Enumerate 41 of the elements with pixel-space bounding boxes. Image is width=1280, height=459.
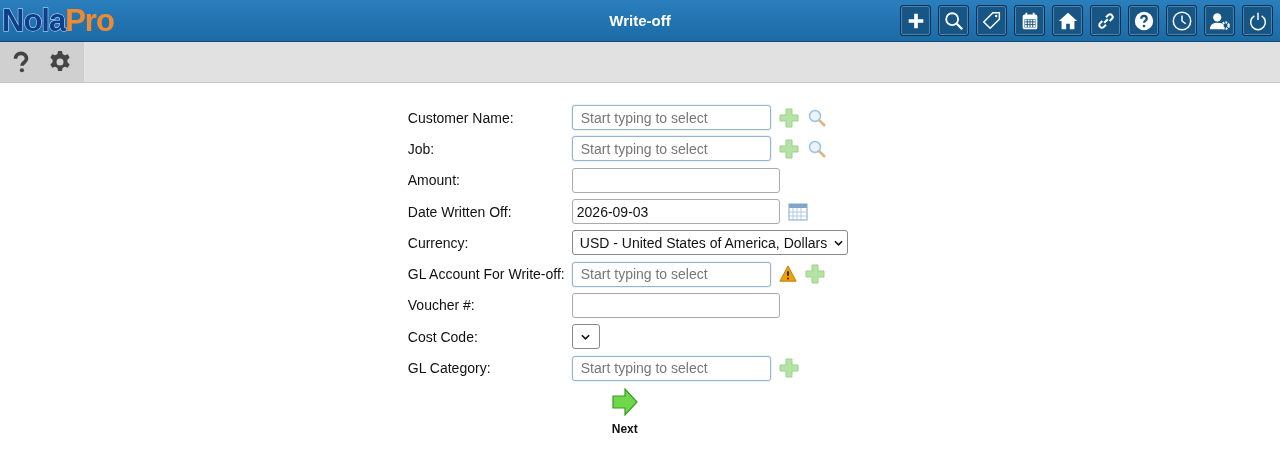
field-label: GL Category:: [407, 360, 492, 376]
text-field[interactable]: [571, 167, 780, 193]
warning-icon: [778, 265, 797, 284]
clock-icon: [1170, 9, 1193, 32]
field-label: GL Account For Write-off:: [407, 266, 566, 283]
autocomplete-field[interactable]: Start typing to select: [571, 261, 771, 287]
field-label: Voucher #:: [407, 297, 476, 314]
search-button[interactable]: [938, 5, 969, 36]
help-button[interactable]: [1128, 5, 1159, 36]
tag-button[interactable]: [976, 5, 1007, 36]
field-label: Cost Code:: [407, 328, 479, 345]
clock-button[interactable]: [1166, 5, 1197, 36]
calendar-button[interactable]: [1014, 5, 1045, 36]
next-button[interactable]: Next: [611, 387, 638, 436]
chevron-down-icon: [834, 239, 844, 246]
gear-icon: [48, 50, 72, 74]
link-button[interactable]: [1090, 5, 1121, 36]
logo: NolaPro: [1, 5, 114, 36]
add-button[interactable]: [900, 5, 931, 36]
field-label: Amount:: [407, 172, 461, 189]
power-button[interactable]: [1242, 5, 1273, 36]
select-dropdown[interactable]: [571, 324, 600, 350]
autocomplete-field[interactable]: Start typing to select: [571, 105, 771, 131]
field-label: Job:: [407, 140, 436, 157]
tag-icon: [980, 9, 1003, 32]
field-label: Currency:: [407, 234, 470, 251]
question-icon: [1132, 9, 1155, 32]
date-field[interactable]: 2026-09-03: [571, 199, 780, 225]
arrow-right-icon: [611, 387, 638, 416]
field-label: Date Written Off:: [407, 203, 513, 220]
autocomplete-field[interactable]: Start typing to select: [571, 355, 771, 381]
user-settings-button[interactable]: [1204, 5, 1235, 36]
select-dropdown[interactable]: USD - United States of America, Dollars: [571, 230, 849, 256]
search-icon: [942, 9, 965, 32]
calendar-icon[interactable]: [787, 201, 808, 222]
page-title: Write-off: [609, 12, 671, 29]
autocomplete-field[interactable]: Start typing to select: [571, 136, 771, 162]
field-label: Customer Name:: [407, 109, 515, 126]
home-button[interactable]: [1052, 5, 1083, 36]
chevron-down-icon: [581, 333, 591, 340]
text-field[interactable]: [571, 292, 780, 318]
